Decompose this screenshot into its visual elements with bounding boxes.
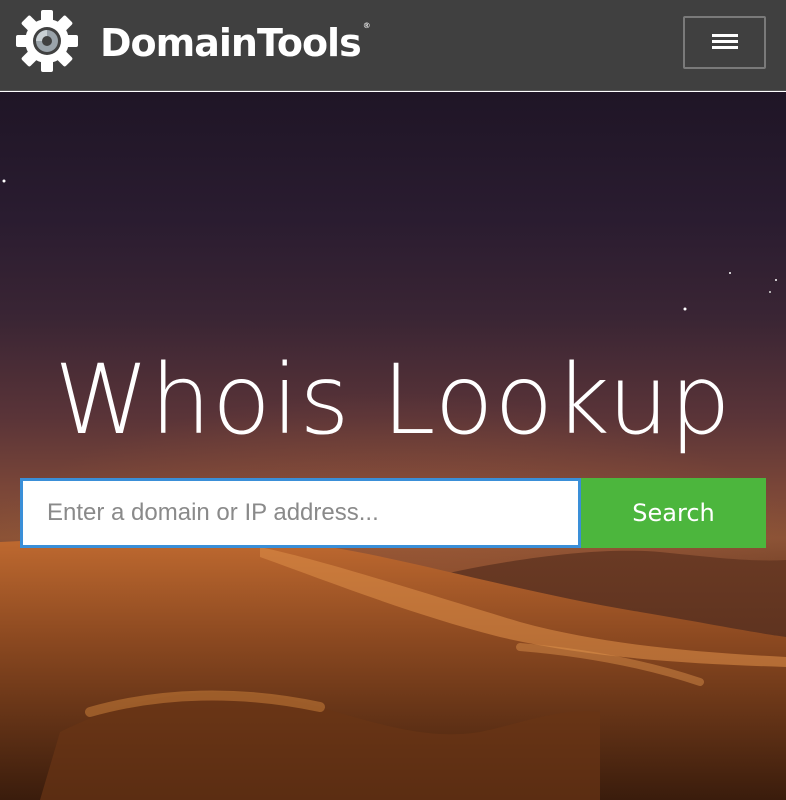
search-button[interactable]: Search: [581, 478, 766, 548]
gear-logo-icon: [16, 9, 78, 77]
hero-section: Whois Lookup Search: [0, 92, 786, 800]
hamburger-icon: [711, 31, 738, 54]
page-title: Whois Lookup: [54, 344, 732, 456]
menu-toggle-button[interactable]: [683, 16, 766, 69]
top-header: DomainTools ®: [0, 0, 786, 91]
domain-search-input[interactable]: [20, 478, 581, 548]
brand-logo[interactable]: DomainTools ®: [16, 9, 371, 77]
brand-name: DomainTools ®: [100, 21, 371, 65]
